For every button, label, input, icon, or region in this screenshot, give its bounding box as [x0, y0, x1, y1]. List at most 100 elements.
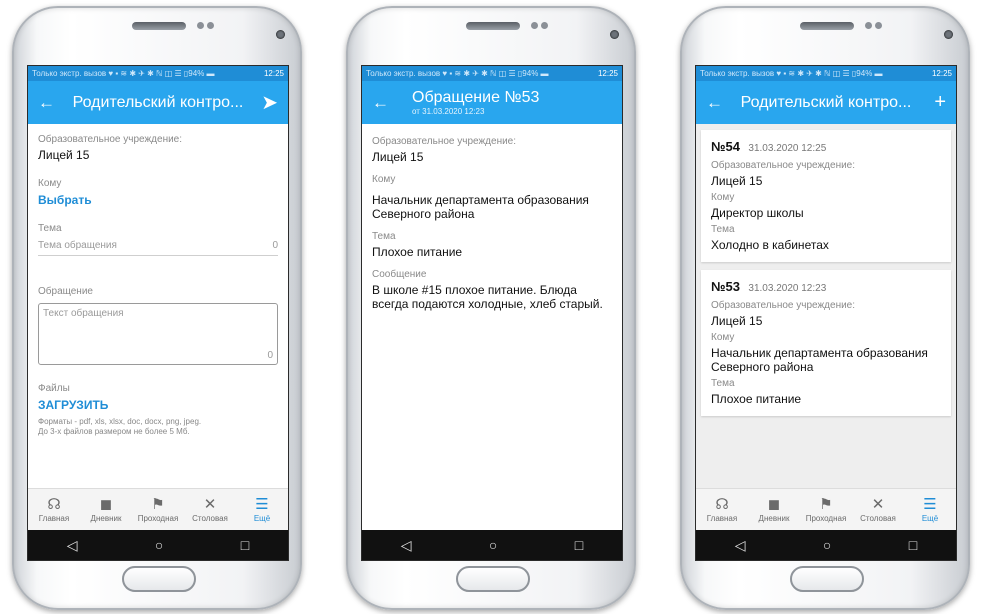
status-time: 12:25	[931, 69, 952, 78]
hardware-home-button	[456, 566, 530, 592]
nav-back-icon[interactable]: ◁	[67, 537, 78, 554]
phone-appeal-detail: Только экстр. вызов ♥ ▪ ≋ ✱ ✈ ✱ ℕ ◫ ☰ ▯9…	[346, 6, 636, 610]
nav-back-icon[interactable]: ◁	[735, 537, 746, 554]
nav-home-icon[interactable]: ○	[823, 537, 831, 553]
bottom-tab-bar: ☊ Главная ◼ Дневник ⚑ Проходная ✕ Столовая ☰…	[28, 488, 288, 530]
institution-label: Образовательное учреждение:	[38, 134, 183, 145]
nav-home-icon[interactable]: ○	[489, 537, 497, 553]
institution-value: Лицей 15	[38, 148, 90, 162]
recipient-value: Директор школы	[711, 206, 804, 220]
app-bar: ← Обращение №53 от 31.03.2020 12:23	[362, 81, 622, 124]
tab-checkpoint[interactable]: ⚑ Проходная	[132, 489, 184, 530]
institution-value: Лицей 15	[711, 174, 763, 188]
phone-new-appeal: Только экстр. вызов ♥ ▪ ≋ ✱ ✈ ✱ ℕ ◫ ☰ ▯9…	[12, 6, 302, 610]
page-title: Родительский контро...	[72, 93, 244, 111]
appeal-card[interactable]: №54 31.03.2020 12:25 Образовательное учр…	[701, 130, 951, 262]
tab-canteen[interactable]: ✕ Столовая	[184, 489, 236, 530]
front-camera	[276, 30, 285, 39]
bottom-tab-bar: ☊ Главная ◼ Дневник ⚑ Проходная ✕ Столовая ☰…	[696, 488, 956, 530]
recipient-value: Начальник департамента образования Север…	[372, 193, 589, 221]
app-bar: ← Родительский контро... +	[696, 81, 956, 124]
appeal-details: Образовательное учреждение: Лицей 15 Ком…	[362, 124, 622, 319]
book-icon: ◼	[99, 496, 113, 513]
nav-recent-icon[interactable]: □	[909, 537, 917, 553]
hardware-home-button	[790, 566, 864, 592]
front-camera	[944, 30, 953, 39]
tab-canteen[interactable]: ✕ Столовая	[852, 489, 904, 530]
tab-home[interactable]: ☊ Главная	[28, 489, 80, 530]
tab-diary[interactable]: ◼ Дневник	[748, 489, 800, 530]
turnstile-icon: ⚑	[819, 496, 833, 513]
title-block: Обращение №53 от 31.03.2020 12:23	[398, 89, 612, 116]
appeal-number: №54	[711, 139, 740, 154]
message-textarea[interactable]: Текст обращения 0	[38, 303, 278, 365]
files-label: Файлы	[38, 383, 70, 394]
topic-input[interactable]: Тема обращения 0	[38, 240, 278, 256]
screen: Только экстр. вызов ♥ ▪ ≋ ✱ ✈ ✱ ℕ ◫ ☰ ▯9…	[361, 65, 623, 561]
status-indicators: Только экстр. вызов ♥ ▪ ≋ ✱ ✈ ✱ ℕ ◫ ☰ ▯9…	[700, 69, 883, 78]
institution-value: Лицей 15	[372, 150, 424, 164]
tab-diary[interactable]: ◼ Дневник	[80, 489, 132, 530]
topic-placeholder: Тема обращения	[38, 240, 117, 251]
size-hint: До 3-х файлов размером не более 5 Мб.	[38, 427, 190, 436]
app-bar: ← Родительский контро... ➤	[28, 81, 288, 124]
tab-label: Дневник	[758, 514, 790, 523]
nav-back-icon[interactable]: ◁	[401, 537, 412, 554]
nav-recent-icon[interactable]: □	[575, 537, 583, 553]
upload-files-button[interactable]: ЗАГРУЗИТЬ	[38, 398, 278, 412]
institution-label: Образовательное учреждение:	[372, 136, 517, 147]
tab-label: Главная	[706, 514, 738, 523]
light-sensor	[875, 22, 882, 29]
tab-more[interactable]: ☰ Ещё	[236, 489, 288, 530]
recipient-label: Кому	[38, 178, 62, 189]
status-indicators: Только экстр. вызов ♥ ▪ ≋ ✱ ✈ ✱ ℕ ◫ ☰ ▯9…	[366, 69, 549, 78]
topic-value: Плохое питание	[711, 392, 802, 406]
tab-label: Ещё	[921, 514, 939, 523]
status-bar: Только экстр. вызов ♥ ▪ ≋ ✱ ✈ ✱ ℕ ◫ ☰ ▯9…	[28, 66, 288, 81]
back-arrow-icon[interactable]: ←	[38, 93, 64, 113]
institution-label: Образовательное учреждение:	[711, 160, 856, 171]
phone-appeals-list: Только экстр. вызов ♥ ▪ ≋ ✱ ✈ ✱ ℕ ◫ ☰ ▯9…	[680, 6, 970, 610]
topic-label: Тема	[38, 223, 62, 234]
book-icon: ◼	[767, 496, 781, 513]
back-arrow-icon[interactable]: ←	[706, 93, 732, 113]
tab-label: Проходная	[137, 514, 179, 523]
nav-recent-icon[interactable]: □	[241, 537, 249, 553]
topic-value: Плохое питание	[372, 245, 463, 259]
tab-home[interactable]: ☊ Главная	[696, 489, 748, 530]
proximity-sensor	[865, 22, 872, 29]
topic-label: Тема	[711, 378, 735, 389]
appeal-date: 31.03.2020 12:25	[748, 143, 827, 154]
screen: Только экстр. вызов ♥ ▪ ≋ ✱ ✈ ✱ ℕ ◫ ☰ ▯9…	[27, 65, 289, 561]
tab-more[interactable]: ☰ Ещё	[904, 489, 956, 530]
nav-home-icon[interactable]: ○	[155, 537, 163, 553]
card-header: №53 31.03.2020 12:23	[711, 278, 941, 296]
appeal-card[interactable]: №53 31.03.2020 12:23 Образовательное учр…	[701, 270, 951, 416]
tab-label: Главная	[38, 514, 70, 523]
send-icon[interactable]: ➤	[252, 90, 278, 115]
menu-icon: ☰	[255, 496, 269, 513]
card-header: №54 31.03.2020 12:25	[711, 138, 941, 156]
turnstile-icon: ⚑	[151, 496, 165, 513]
recipient-value: Начальник департамента образования Север…	[711, 346, 928, 374]
system-nav-bar: ◁ ○ □	[28, 530, 288, 560]
page-title: Обращение №53	[412, 89, 540, 106]
home-icon: ☊	[47, 496, 61, 513]
front-camera	[610, 30, 619, 39]
tab-checkpoint[interactable]: ⚑ Проходная	[800, 489, 852, 530]
back-arrow-icon[interactable]: ←	[372, 93, 398, 113]
institution-label: Образовательное учреждение:	[711, 300, 856, 311]
topic-char-counter: 0	[272, 240, 278, 251]
hardware-home-button	[122, 566, 196, 592]
choose-recipient-button[interactable]: Выбрать	[38, 193, 278, 207]
status-indicators: Только экстр. вызов ♥ ▪ ≋ ✱ ✈ ✱ ℕ ◫ ☰ ▯9…	[32, 69, 215, 78]
appeal-number: №53	[711, 279, 740, 294]
cutlery-icon: ✕	[203, 496, 217, 513]
status-time: 12:25	[263, 69, 284, 78]
tab-label: Проходная	[805, 514, 847, 523]
appeal-form: Образовательное учреждение: Лицей 15 Ком…	[28, 124, 288, 445]
add-icon[interactable]: +	[920, 91, 946, 114]
system-nav-bar: ◁ ○ □	[696, 530, 956, 560]
proximity-sensor	[197, 22, 204, 29]
topic-label: Тема	[372, 231, 396, 242]
